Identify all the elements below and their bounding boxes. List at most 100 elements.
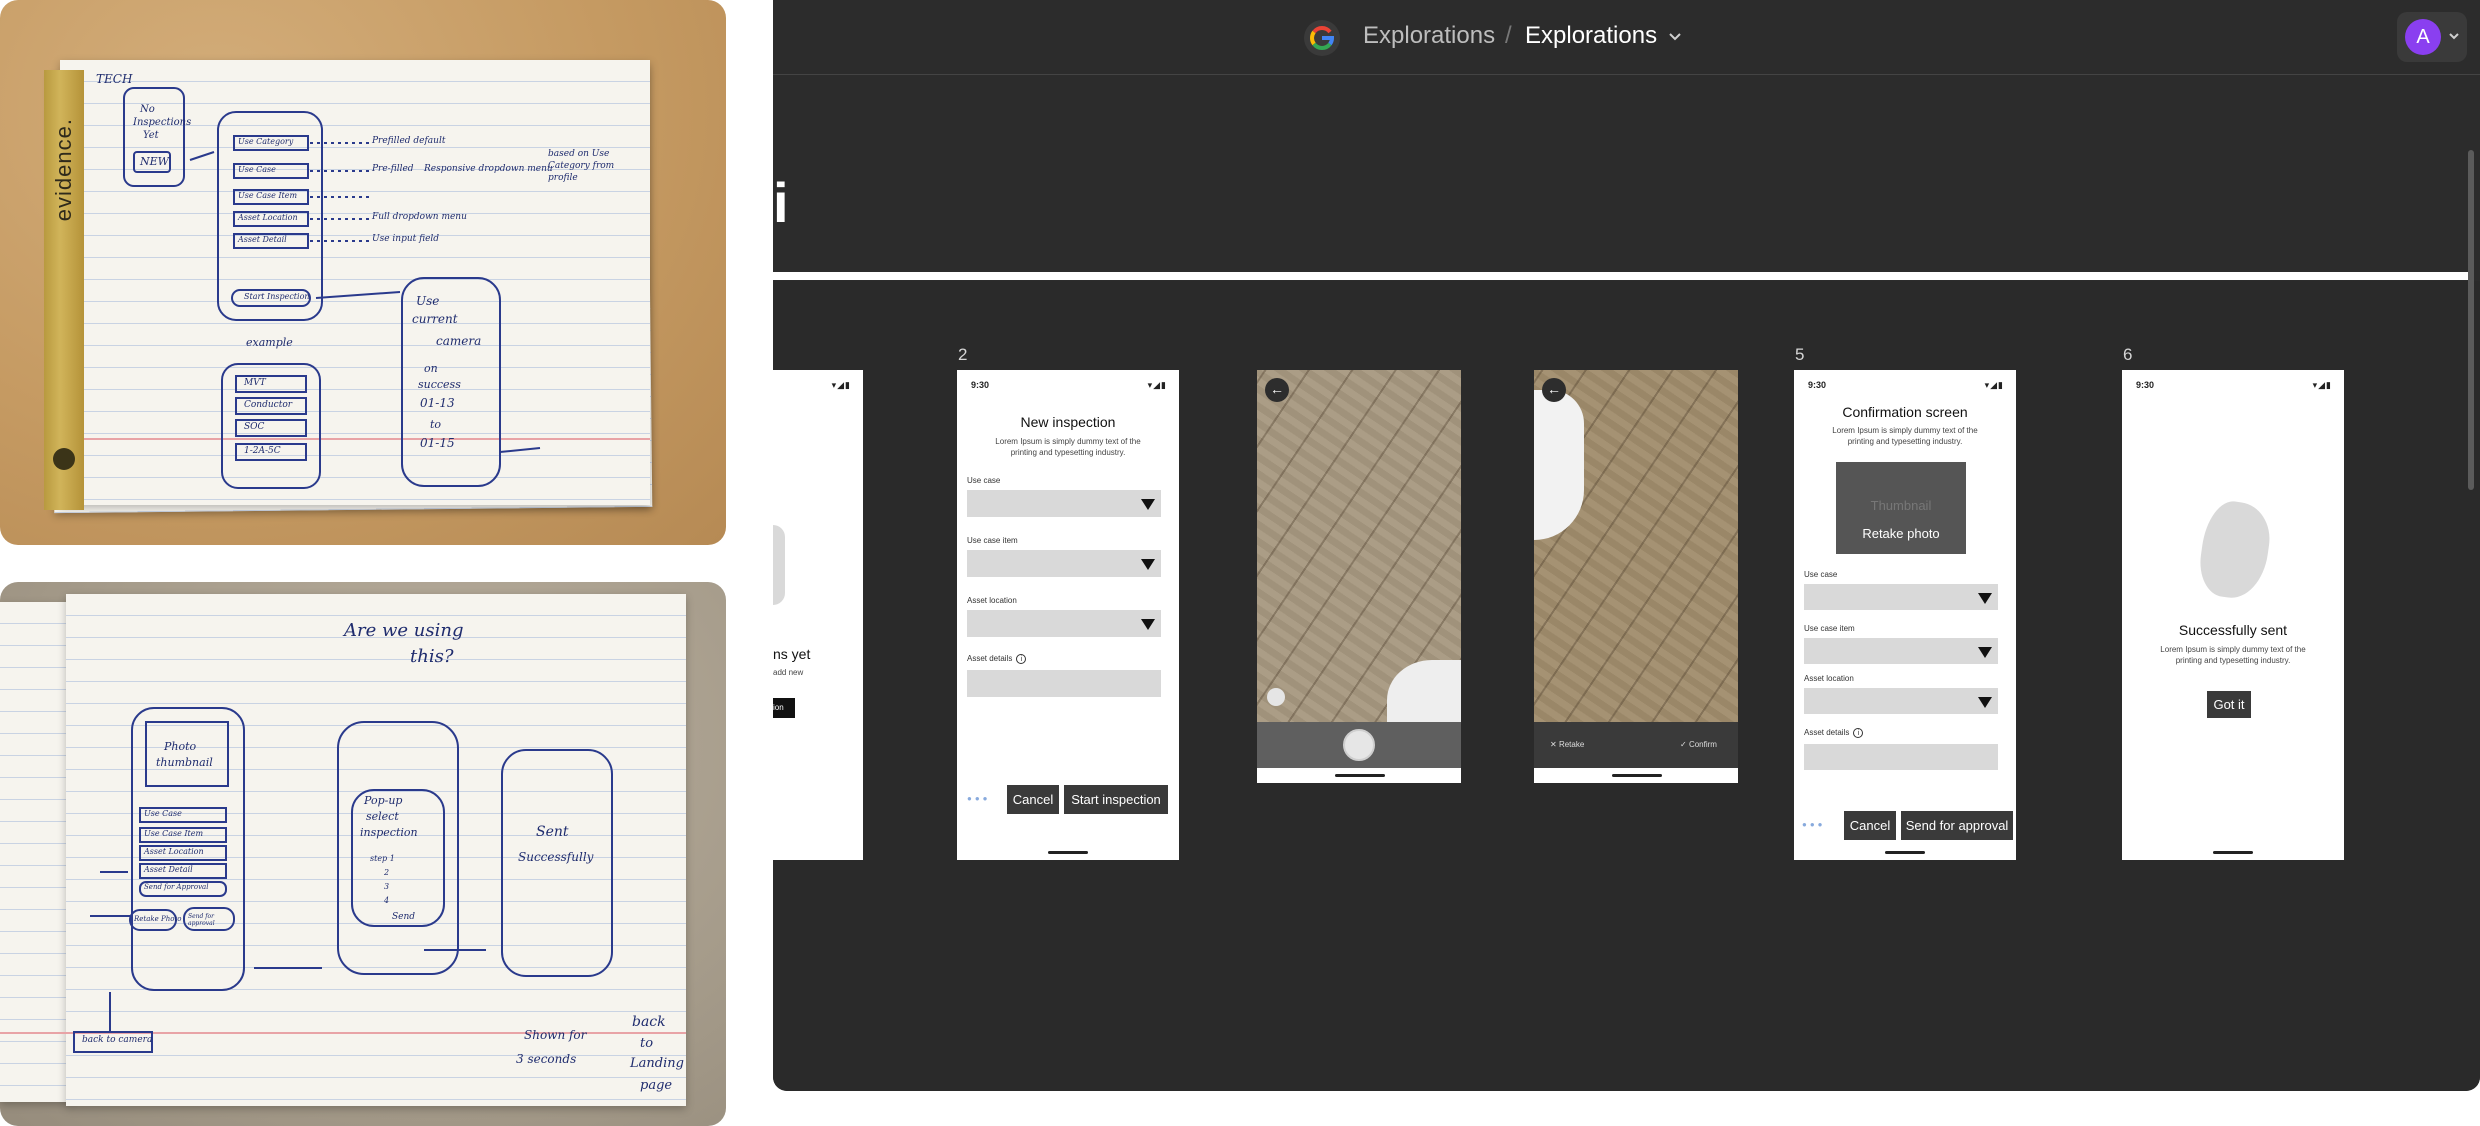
note-thumbnail: thumbnail <box>156 756 213 769</box>
note-photo: Photo <box>164 740 197 753</box>
frame-6-success[interactable]: 9:30 ▾◢▮ Successfully sent Lorem Ipsum i… <box>2122 370 2344 860</box>
breadcrumb-parent[interactable]: Explorations <box>1363 22 1495 50</box>
chevron-down-icon[interactable] <box>1669 32 1681 42</box>
status-icons: ▾◢▮ <box>831 380 851 390</box>
note-ex-2: Conductor <box>244 400 293 410</box>
start-inspection-button[interactable]: Start inspection <box>1064 785 1168 814</box>
frame-3-camera[interactable]: ← <box>1257 370 1461 783</box>
note-shown-for: Shown for <box>524 1028 587 1042</box>
note-field-3: Use Case Item <box>238 191 298 200</box>
canvas-upper-section <box>773 76 2480 272</box>
note-send: Send <box>392 912 416 922</box>
use-case-select[interactable] <box>967 490 1161 517</box>
send-for-approval-button[interactable]: Send for approval <box>1901 811 2013 840</box>
avatar[interactable]: A <box>2405 19 2441 55</box>
empty-state-title: ns yet <box>773 646 811 662</box>
frame-2-new-inspection[interactable]: 9:30 ▾◢▮ New inspection Lorem Ipsum is s… <box>957 370 1179 860</box>
note-responsive-dropdown: Responsive dropdown menu <box>424 164 553 174</box>
note-camera-7: to <box>430 418 442 431</box>
sketch-photo-1: evidence. TECH No Inspections Yet NEW Us… <box>0 0 726 545</box>
retake-photo-button[interactable]: Retake photo <box>1836 526 1966 541</box>
confirm-button[interactable]: ✓ Confirm <box>1680 740 1717 749</box>
photo-thumbnail[interactable]: Thumbnail Retake photo <box>1836 462 1966 554</box>
pager-dots: ●●● <box>1802 820 1826 829</box>
status-time: 9:30 <box>971 380 990 390</box>
pager-dots: ●●● <box>967 794 991 803</box>
note-camera-2: current <box>412 312 458 326</box>
back-arrow-icon[interactable]: ← <box>1265 378 1289 402</box>
home-indicator <box>1885 851 1925 854</box>
asset-location-select[interactable] <box>1804 688 1998 714</box>
home-indicator <box>1335 774 1385 777</box>
frame-4-review-photo[interactable]: ← ✕ Retake ✓ Confirm <box>1534 370 1738 783</box>
new-button[interactable]: ion <box>773 698 795 718</box>
frame-5-number: 5 <box>1795 345 1805 364</box>
screen-title: New inspection <box>1020 414 1116 430</box>
cancel-button[interactable]: Cancel <box>1844 811 1896 840</box>
retake-label: Retake <box>1558 740 1585 749</box>
note-tech: TECH <box>96 72 133 86</box>
label-use-case-item: Use case item <box>967 536 1018 545</box>
note-camera-6: 01-13 <box>420 396 455 410</box>
breadcrumb-separator: / <box>1505 22 1512 49</box>
note-example: example <box>246 336 293 349</box>
status-icons: ▾◢▮ <box>1984 380 2004 390</box>
sketch-photo-2: Are we using this? Photo thumbnail Use C… <box>0 582 726 1126</box>
account-chevron-icon[interactable] <box>2449 33 2459 41</box>
back-arrow-icon[interactable]: ← <box>1542 378 1566 402</box>
note-field-2: Use Case <box>238 165 276 174</box>
note-field-1: Use Category <box>238 137 294 146</box>
retake-button[interactable]: ✕ Retake <box>1550 740 1584 749</box>
status-icons: ▾◢▮ <box>2312 380 2332 390</box>
note-question-2: this? <box>410 646 454 667</box>
success-illustration <box>2195 497 2275 603</box>
note-s2-retake: Retake Photo <box>134 915 182 923</box>
home-indicator <box>1048 851 1088 854</box>
cancel-button[interactable]: Cancel <box>1007 785 1059 814</box>
note-page: page <box>640 1078 673 1093</box>
got-it-button[interactable]: Got it <box>2207 691 2251 718</box>
note-camera-1: Use <box>416 294 440 308</box>
label-asset-details: Asset details i <box>1804 728 1864 738</box>
note-s2-field-3: Asset Location <box>144 847 204 856</box>
note-popup-1: Pop-up <box>364 794 403 807</box>
home-indicator <box>1612 774 1662 777</box>
info-icon[interactable]: i <box>1016 654 1027 664</box>
frame-5-confirmation[interactable]: 9:30 ▾◢▮ Confirmation screen Lorem Ipsum… <box>1794 370 2016 860</box>
label-use-case-item: Use case item <box>1804 624 1855 633</box>
google-logo-icon[interactable] <box>1303 19 1341 57</box>
asset-details-input[interactable] <box>967 670 1161 697</box>
label-asset-location: Asset location <box>1804 674 1854 683</box>
note-ex-1: MVT <box>244 378 266 388</box>
note-inspections: Inspections <box>133 117 192 128</box>
info-icon[interactable]: i <box>1853 728 1864 738</box>
success-title: Successfully sent <box>2178 622 2288 638</box>
asset-details-input[interactable] <box>1804 744 1998 770</box>
note-s2-send-approval: Send for approval <box>188 913 215 927</box>
dropdown-arrow-icon <box>1141 619 1155 630</box>
illustration-placeholder <box>773 525 785 605</box>
use-case-item-select[interactable] <box>967 550 1161 577</box>
note-step-4: 4 <box>384 896 390 905</box>
note-successfully: Successfully <box>518 850 594 864</box>
frame-1-landing[interactable]: ▾◢▮ ns yet add new ion <box>773 370 863 860</box>
note-s2-send-btn: Send for Approval <box>144 883 209 891</box>
note-back: back <box>632 1014 666 1030</box>
dropdown-arrow-icon <box>1141 499 1155 510</box>
home-indicator <box>2213 851 2253 854</box>
shutter-button[interactable] <box>1343 729 1375 761</box>
note-s2-field-4: Asset Detail <box>144 865 193 874</box>
note-input-field: Use input field <box>372 234 440 244</box>
status-time: 9:30 <box>2136 380 2155 390</box>
breadcrumb-current[interactable]: Explorations <box>1525 22 1657 50</box>
asset-location-select[interactable] <box>967 610 1161 637</box>
note-step-1: step 1 <box>370 854 395 863</box>
flash-icon[interactable] <box>1267 688 1285 706</box>
use-case-item-select[interactable] <box>1804 638 1998 664</box>
note-popup-2: select <box>366 810 399 823</box>
note-landing: Landing <box>630 1056 684 1071</box>
use-case-select[interactable] <box>1804 584 1998 610</box>
label-asset-location: Asset location <box>967 596 1017 605</box>
note-step-2: 2 <box>384 868 390 877</box>
scrollbar[interactable] <box>2468 150 2474 490</box>
